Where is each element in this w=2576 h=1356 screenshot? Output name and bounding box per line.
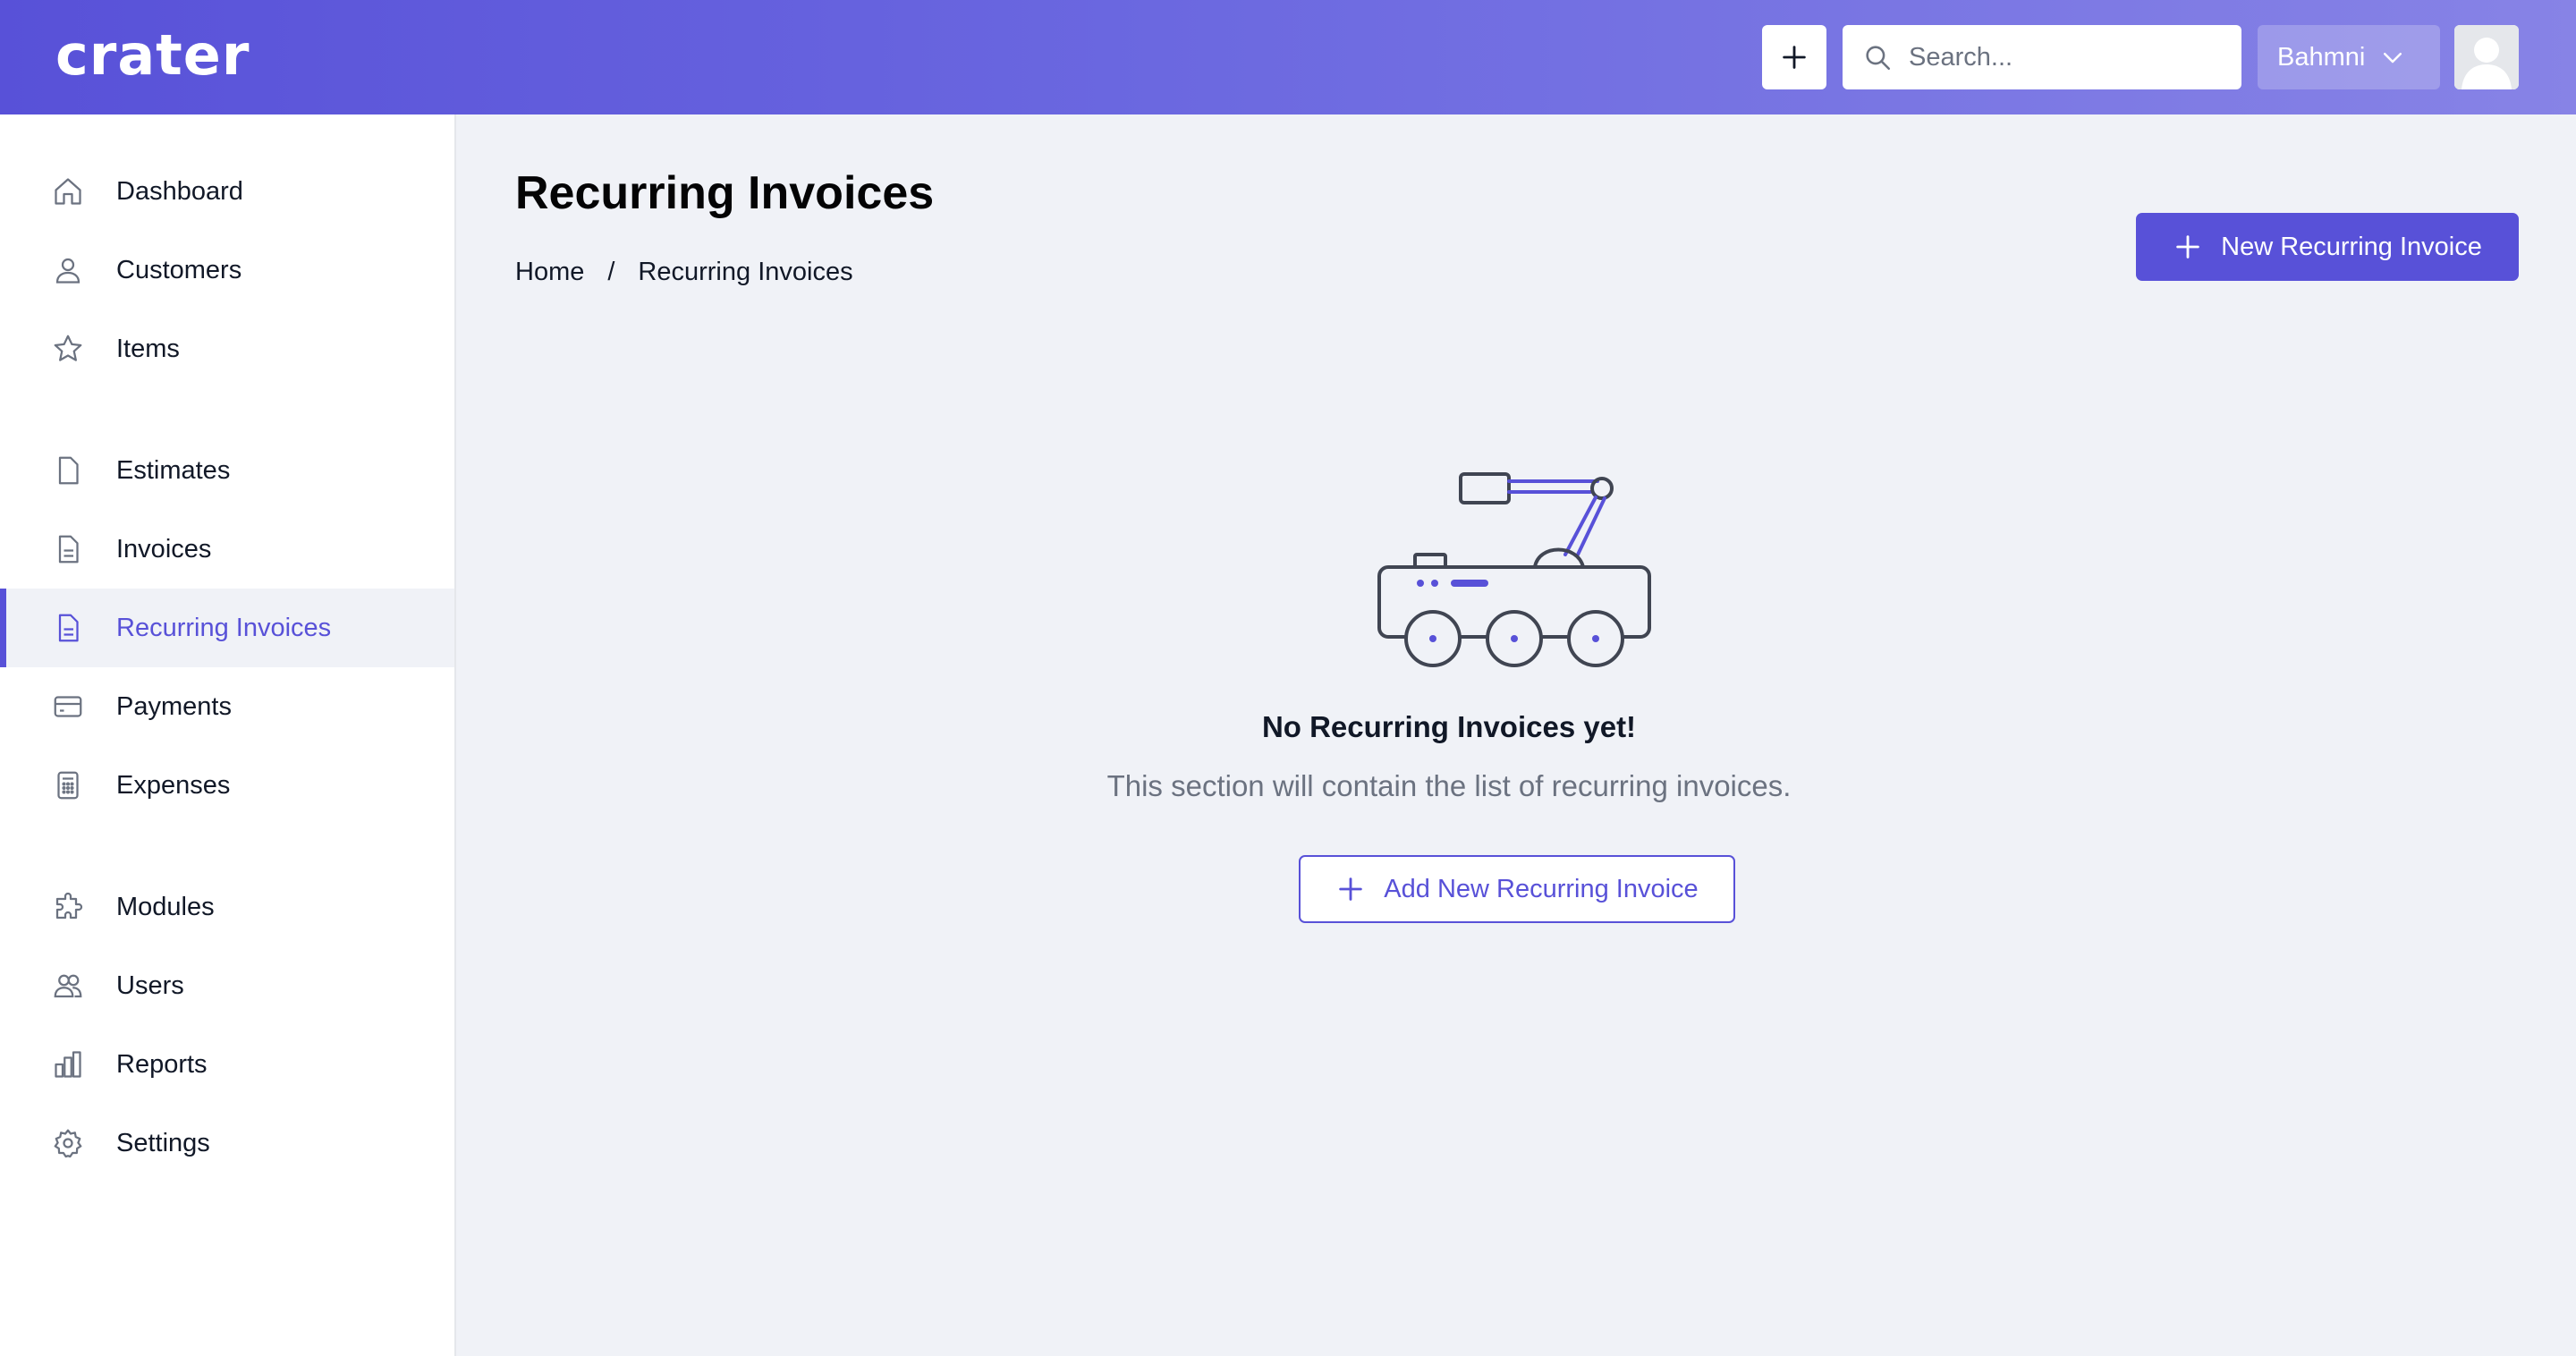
plus-icon bbox=[2176, 235, 2199, 258]
sidebar-item-label: Dashboard bbox=[116, 176, 243, 206]
search-icon bbox=[1866, 46, 1891, 71]
document-icon bbox=[50, 453, 86, 488]
sidebar-item-reports[interactable]: Reports bbox=[0, 1025, 454, 1104]
company-name: Bahmni bbox=[2277, 42, 2366, 72]
sidebar-item-label: Settings bbox=[116, 1128, 210, 1157]
empty-state-description: This section will contain the list of re… bbox=[1106, 769, 1792, 802]
search-input[interactable] bbox=[1909, 42, 2231, 72]
user-avatar[interactable] bbox=[2454, 25, 2519, 89]
add-new-recurring-invoice-button[interactable]: Add New Recurring Invoice bbox=[1299, 855, 1735, 923]
breadcrumb-home-link[interactable]: Home bbox=[515, 258, 584, 287]
star-icon bbox=[50, 331, 86, 367]
sidebar-item-items[interactable]: Items bbox=[0, 309, 454, 388]
empty-state-title: No Recurring Invoices yet! bbox=[1261, 710, 1637, 743]
sidebar-item-estimates[interactable]: Estimates bbox=[0, 431, 454, 510]
document-text-icon bbox=[50, 610, 86, 646]
users-icon bbox=[50, 968, 86, 1004]
robot-rover-illustration bbox=[1377, 472, 1651, 667]
global-search[interactable] bbox=[1843, 25, 2241, 89]
sidebar-item-recurring-invoices[interactable]: Recurring Invoices bbox=[0, 589, 454, 667]
breadcrumb-current: Recurring Invoices bbox=[638, 258, 853, 286]
breadcrumb: Home / Recurring Invoices bbox=[515, 258, 853, 287]
sidebar-item-label: Modules bbox=[116, 892, 215, 921]
sidebar-item-users[interactable]: Users bbox=[0, 946, 454, 1025]
sidebar-item-customers[interactable]: Customers bbox=[0, 231, 454, 309]
sidebar-item-label: Estimates bbox=[116, 455, 231, 485]
plus-icon bbox=[1783, 46, 1806, 69]
sidebar-item-invoices[interactable]: Invoices bbox=[0, 510, 454, 589]
home-icon bbox=[50, 174, 86, 209]
company-switcher[interactable]: Bahmni bbox=[2258, 25, 2440, 89]
sidebar-item-label: Reports bbox=[116, 1049, 208, 1079]
sidebar-item-dashboard[interactable]: Dashboard bbox=[0, 152, 454, 231]
logo-text: crater bbox=[55, 22, 250, 88]
chart-bar-icon bbox=[50, 1047, 86, 1082]
user-icon bbox=[50, 252, 86, 288]
crater-logo[interactable]: crater bbox=[55, 27, 250, 84]
new-recurring-invoice-button[interactable]: New Recurring Invoice bbox=[2136, 213, 2519, 281]
sidebar-item-settings[interactable]: Settings bbox=[0, 1104, 454, 1182]
page-title: Recurring Invoices bbox=[515, 167, 935, 219]
sidebar-item-label: Customers bbox=[116, 255, 242, 284]
cog-icon bbox=[50, 1125, 86, 1161]
quick-add-button[interactable] bbox=[1762, 25, 1826, 89]
sidebar-item-label: Invoices bbox=[116, 534, 212, 564]
user-avatar-icon bbox=[2454, 25, 2519, 89]
new-recurring-invoice-label: New Recurring Invoice bbox=[2221, 232, 2482, 261]
plus-icon bbox=[1339, 877, 1363, 901]
add-new-recurring-invoice-label: Add New Recurring Invoice bbox=[1384, 874, 1699, 903]
chevron-down-icon bbox=[2384, 53, 2402, 64]
top-header: crater Bahmni bbox=[0, 0, 2576, 114]
sidebar-item-label: Recurring Invoices bbox=[116, 613, 332, 642]
breadcrumb-separator: / bbox=[607, 258, 615, 286]
document-text-icon bbox=[50, 531, 86, 567]
sidebar-item-modules[interactable]: Modules bbox=[0, 868, 454, 946]
sidebar-item-label: Users bbox=[116, 970, 184, 1000]
puzzle-icon bbox=[50, 889, 86, 925]
sidebar-item-label: Items bbox=[116, 334, 180, 363]
